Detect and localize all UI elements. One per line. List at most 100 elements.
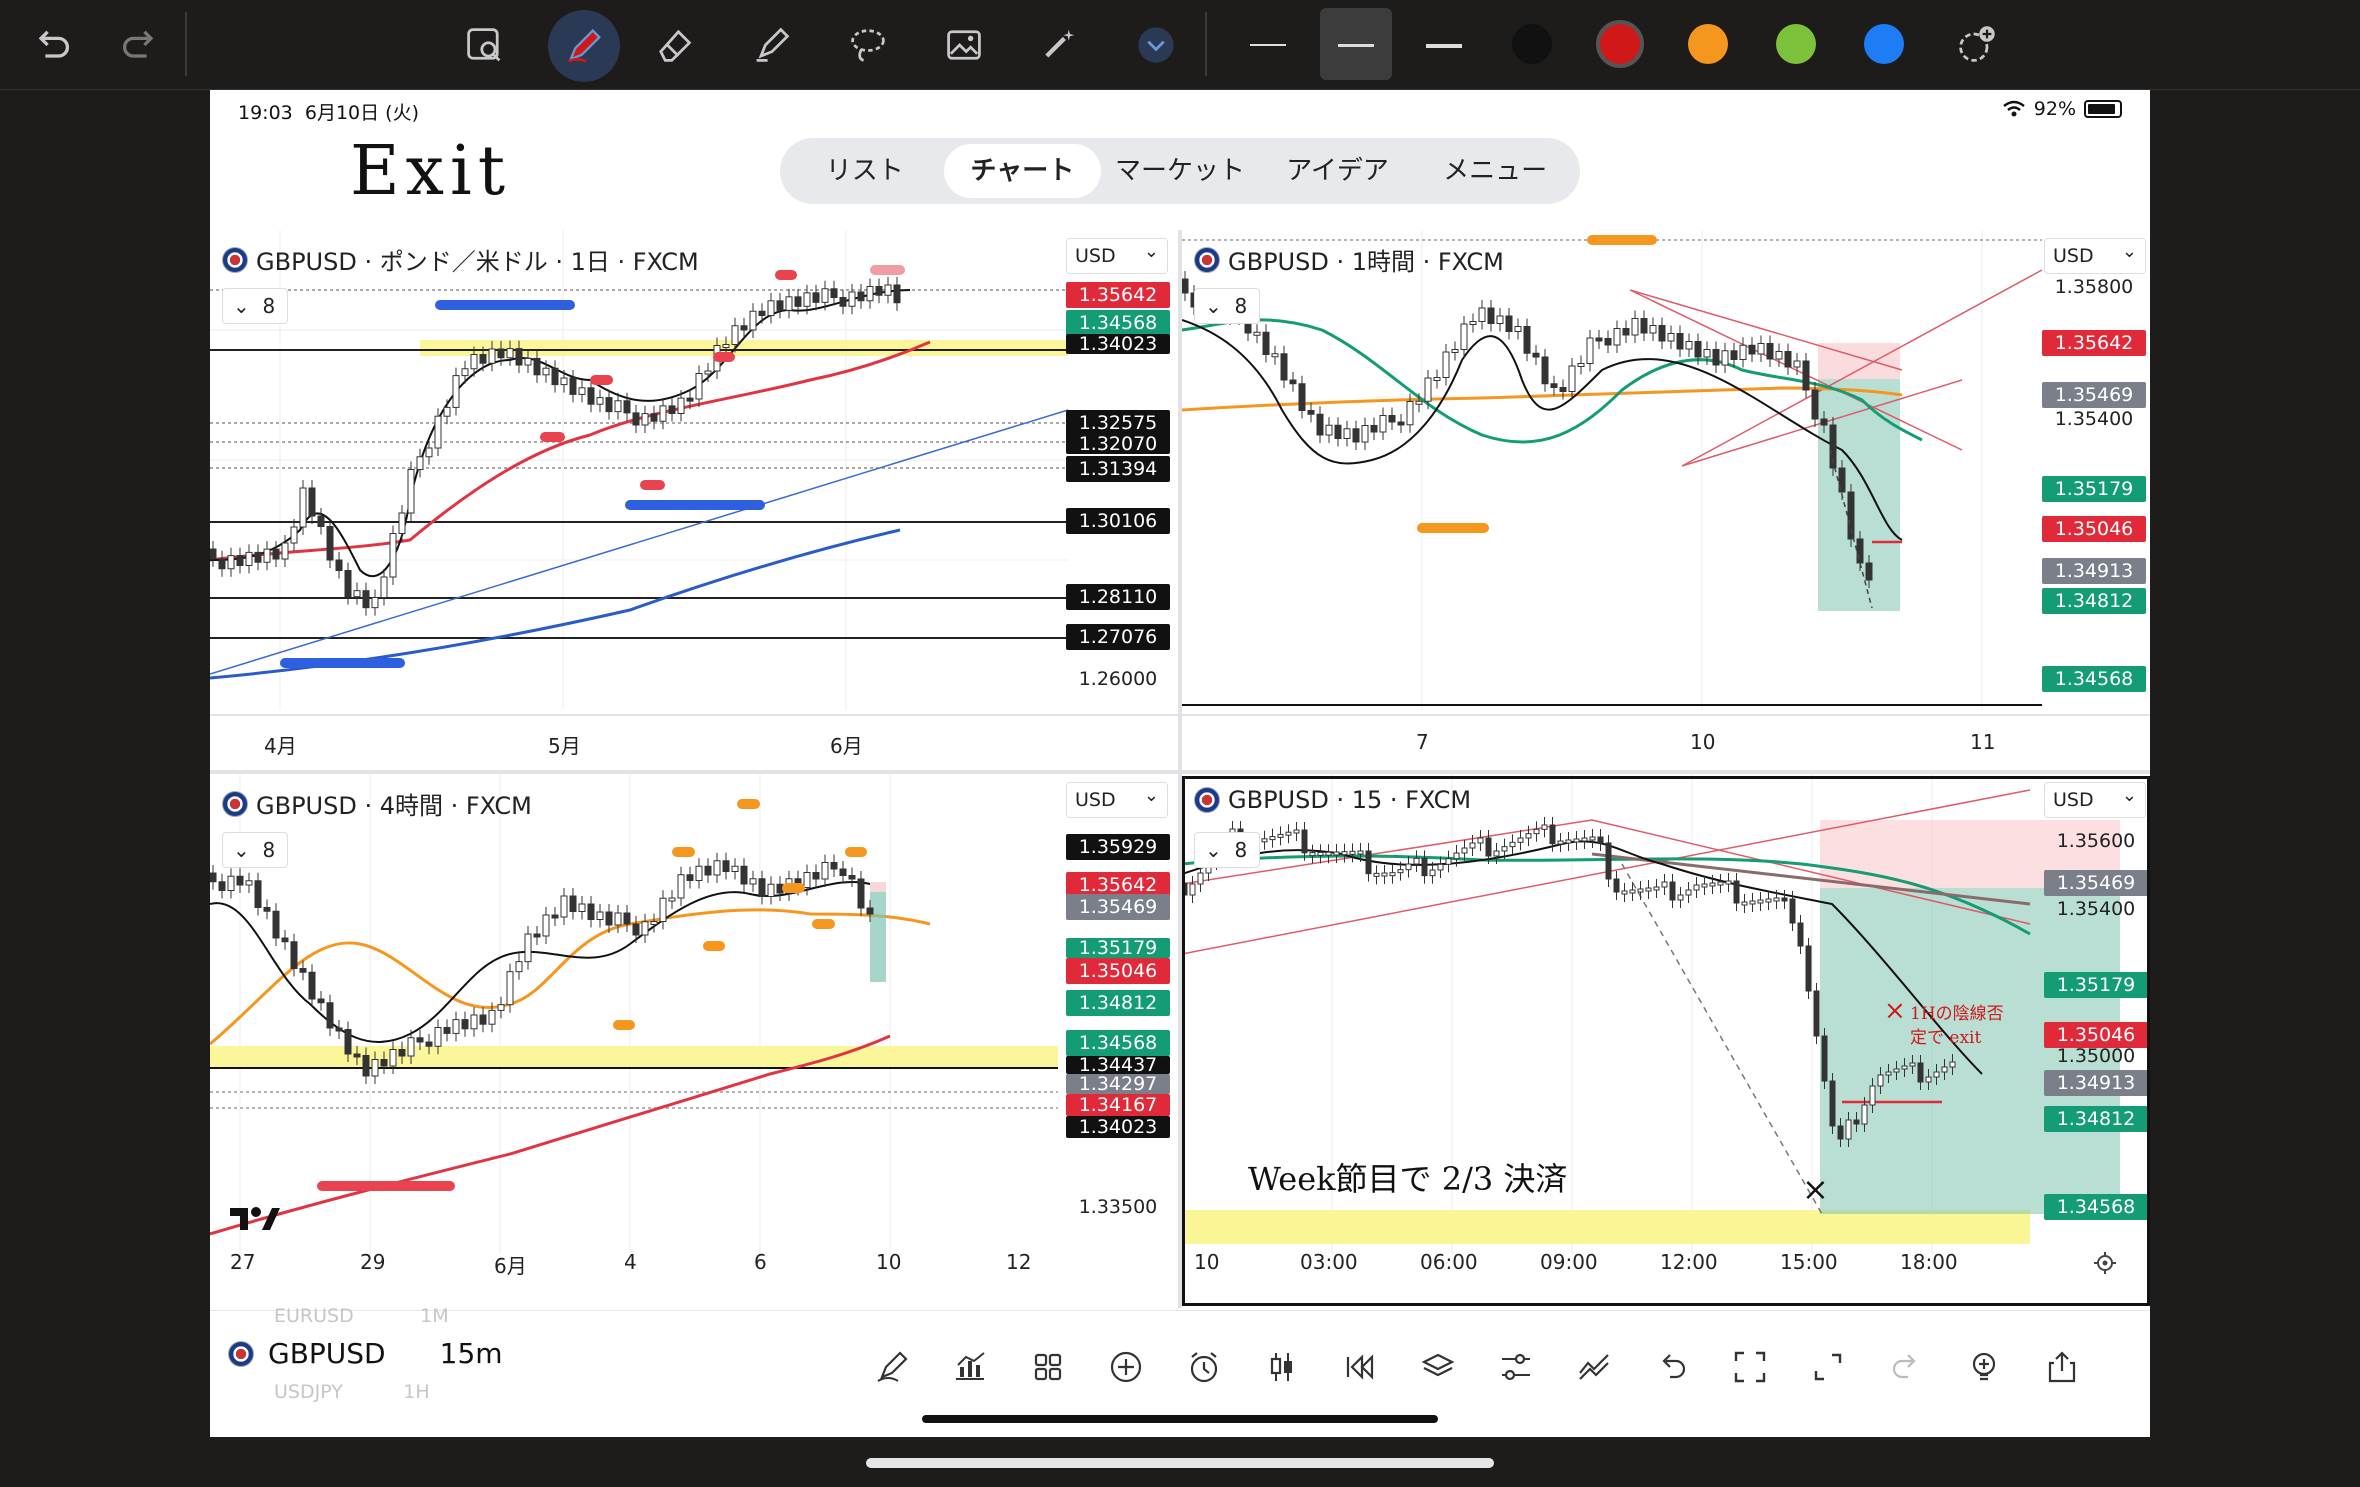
compare-icon[interactable] (1562, 1335, 1626, 1399)
candle-body (1605, 842, 1612, 880)
candle-body (614, 400, 622, 413)
candle-body (1568, 365, 1576, 392)
replay-icon[interactable] (1328, 1335, 1392, 1399)
indicator-toggle[interactable]: ⌄ 8 (222, 832, 288, 868)
chart-panel-1h[interactable]: GBPUSD · 1時間 · FXCM USD ⌄ 8 (1182, 230, 2150, 770)
currency-select[interactable]: USD (2044, 779, 2146, 818)
color-swatch-green[interactable] (1776, 24, 1816, 64)
candle-body (749, 878, 757, 885)
candle-body (497, 1004, 505, 1011)
candle-body (1730, 350, 1738, 360)
gear-icon[interactable] (2092, 1250, 2118, 1276)
redo-icon[interactable] (1874, 1335, 1938, 1399)
tab-menu[interactable]: メニュー (1416, 144, 1574, 198)
candle-body (1856, 538, 1864, 564)
chart-panel-4h[interactable]: GBPUSD · 4時間 · FXCM USD ⌄ 8 (210, 774, 1178, 1310)
currency-select[interactable]: USD (1066, 779, 1168, 818)
chart-panel-daily[interactable]: GBPUSD · ポンド／米ドル · 1日 · FXCM USD ⌄ 8 (210, 230, 1178, 770)
toolbar-separator (1205, 12, 1207, 76)
indicators-icon[interactable] (938, 1335, 1002, 1399)
candle-body (884, 284, 892, 296)
image-insert-icon[interactable] (934, 15, 994, 75)
line-width-thin[interactable] (1250, 44, 1286, 46)
candle-body (1775, 351, 1783, 360)
tab-market[interactable]: マーケット (1101, 144, 1259, 198)
indicator-toggle[interactable]: ⌄ 8 (222, 288, 288, 324)
fullscreen-icon[interactable] (1796, 1335, 1860, 1399)
status-right: 92% (2002, 98, 2122, 120)
color-swatch-orange[interactable] (1688, 24, 1728, 64)
candle-body (596, 397, 604, 405)
candle-body (1649, 325, 1657, 334)
color-swatch-black[interactable] (1512, 24, 1552, 64)
undo-arrow-icon[interactable] (22, 15, 82, 75)
candle-body (1388, 415, 1396, 423)
timeframe-selector[interactable]: 15m (440, 1337, 503, 1370)
chart-panel-15m[interactable]: GBPUSD · 15 · FXCM USD ⌄ 8 1.35600 1.354… (1182, 774, 2150, 1310)
candle-body (515, 348, 523, 366)
panel-divider-horizontal[interactable] (210, 770, 2150, 774)
redo-arrow-icon[interactable] (110, 15, 170, 75)
price-label: 1.35046 (2042, 516, 2146, 542)
crosshair-frame-icon[interactable] (1718, 1335, 1782, 1399)
magic-tool-icon[interactable] (1030, 15, 1090, 75)
candle-body (1589, 836, 1596, 841)
candle-body (524, 933, 532, 963)
eraser-icon[interactable] (644, 15, 704, 75)
add-color-icon[interactable] (1946, 15, 2006, 75)
symbol-selector[interactable]: GBPUSD 15m (228, 1337, 503, 1370)
candle-body (452, 375, 460, 408)
price-label: 1.32070 (1066, 434, 1170, 454)
candle-body (281, 937, 289, 943)
candle-body (830, 288, 838, 298)
tab-chart[interactable]: チャート (943, 144, 1102, 198)
candle-body (533, 357, 541, 376)
tab-ideas[interactable]: アイデア (1259, 144, 1417, 198)
undo-icon[interactable] (1640, 1335, 1704, 1399)
candle-body (1485, 837, 1492, 857)
lasso-icon[interactable] (838, 15, 898, 75)
indicator-toggle[interactable]: ⌄ 8 (1194, 288, 1260, 324)
layers-icon[interactable] (1406, 1335, 1470, 1399)
candle-body (380, 576, 388, 598)
candle-body (308, 487, 316, 517)
candle-body (488, 1009, 496, 1025)
candle-body (1604, 338, 1612, 346)
candle-body (380, 1059, 388, 1067)
candle-body (407, 1037, 415, 1057)
battery-percent: 92% (2033, 98, 2076, 120)
candlestick-icon[interactable] (1250, 1335, 1314, 1399)
layout-grid-icon[interactable] (1016, 1335, 1080, 1399)
candle-body (1379, 415, 1387, 433)
price-label: 1.35469 (1066, 894, 1170, 920)
idea-lightbulb-icon[interactable] (1952, 1335, 2016, 1399)
line-width-thick[interactable] (1426, 44, 1462, 48)
candle-body (1869, 1085, 1876, 1106)
symbol-name[interactable]: GBPUSD (268, 1337, 386, 1370)
candle-body (1765, 898, 1772, 903)
panel-divider-vertical[interactable] (1178, 230, 1182, 1308)
candle-body (1709, 882, 1716, 887)
candle-body (605, 397, 613, 413)
line-width-medium[interactable] (1338, 44, 1374, 47)
currency-select[interactable]: USD (2044, 235, 2146, 274)
highlighter-icon[interactable] (742, 15, 802, 75)
pen-tool-icon[interactable] (548, 10, 620, 82)
alarm-clock-icon[interactable] (1172, 1335, 1236, 1399)
add-icon[interactable] (1094, 1335, 1158, 1399)
chevron-down-icon: ⌄ (233, 838, 257, 862)
gbp-flag-icon (222, 790, 248, 817)
tab-list[interactable]: リスト (786, 144, 944, 198)
image-search-icon[interactable] (454, 15, 514, 75)
color-swatch-blue[interactable] (1864, 24, 1904, 64)
settings-sliders-icon[interactable] (1484, 1335, 1548, 1399)
drawing-pen-icon[interactable] (860, 1335, 924, 1399)
currency-select[interactable]: USD (1066, 235, 1168, 274)
indicator-toggle[interactable]: ⌄ 8 (1194, 832, 1260, 868)
candle-body (713, 860, 721, 876)
color-swatch-red-selected[interactable] (1596, 20, 1644, 68)
candle-body (1802, 360, 1810, 391)
share-icon[interactable] (2030, 1335, 2094, 1399)
price-label: 1.35469 (2044, 870, 2148, 896)
chevron-down-icon[interactable] (1126, 15, 1186, 75)
